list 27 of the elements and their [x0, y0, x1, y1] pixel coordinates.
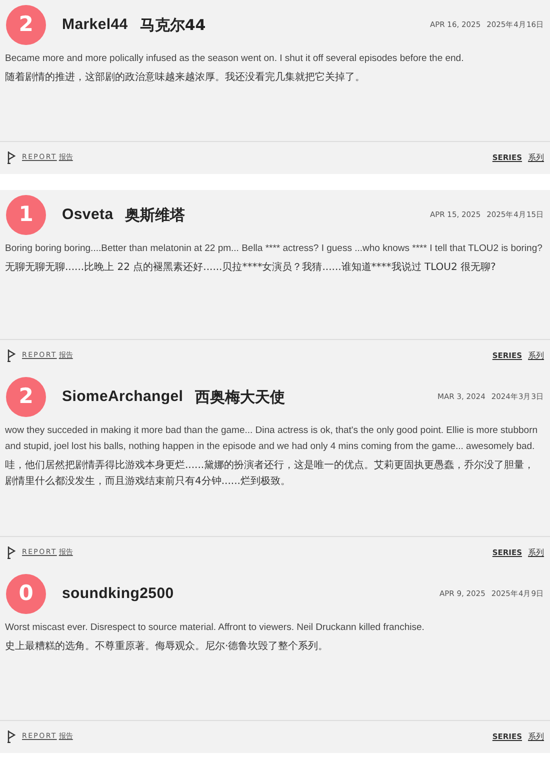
review-text: wow they succeded in making it more bad than the game... Dina actress is ok, that's the only good point. Ellie is more stubborn and stupid, joel lost his balls, nothing happen in the episode and we had only 4 mins coming from the game... awesomely bad. — [5, 424, 539, 454]
review-text: 无聊无聊无聊......比晚上 22 点的褪黑素还好......贝拉****女演员？我猜......谁知道****我说过 TLOU2 很无聊? — [5, 260, 497, 275]
series-link[interactable]: 系列 — [528, 152, 544, 164]
flag-icon[interactable] — [7, 730, 16, 743]
series-link[interactable]: 系列 — [528, 730, 544, 742]
username[interactable]: soundking2500 — [62, 582, 174, 606]
review-text: 哇，他们居然把剧情弄得比游戏本身更烂......黛娜的扮演者还行，这是唯一的优点。艾莉更固执更愚蠢，乔尔没了胆量，剧情里什么都没发生，而且游戏结束前只有4分钟......烂到极致。 — [5, 458, 536, 489]
flag-icon[interactable] — [7, 151, 16, 164]
review-text: 随着剧情的推进，这部剧的政治意味越来越浓厚。我还没看完几集就把它关掉了。 — [5, 70, 366, 85]
flag-icon[interactable] — [7, 349, 16, 362]
series-link[interactable]: 系列 — [528, 350, 544, 362]
username: 马克尔44 — [140, 14, 206, 36]
score-badge: 2 — [6, 377, 46, 417]
score-badge: 2 — [6, 5, 46, 45]
username[interactable]: Markel44 — [62, 14, 128, 36]
score-badge: 0 — [6, 574, 46, 614]
review-text: Worst miscast ever. Disrespect to source material. Affront to viewers. Neil Druckann killed franchise. — [5, 621, 426, 635]
review-text: 史上最糟糕的选角。不尊重原著。侮辱观众。尼尔·德鲁坎毁了整个系列。 — [5, 640, 330, 654]
review-text: Became more and more polically infused as the season went on. I shut it off several episodes before the end. — [5, 52, 465, 66]
username: 西奥梅大天使 — [195, 386, 286, 408]
flag-icon[interactable] — [7, 546, 16, 559]
username: 奥斯维塔 — [125, 204, 186, 226]
review-text: Boring boring boring....Better than melatonin at 22 pm... Bella **** actress? I guess ...who knows **** I tell that TLOU2 is boring? — [5, 242, 544, 256]
series-link[interactable]: 系列 — [528, 546, 544, 558]
score-badge: 1 — [6, 195, 46, 235]
username[interactable]: SiomeArchangel — [62, 386, 184, 408]
username[interactable]: Osveta — [62, 204, 114, 226]
